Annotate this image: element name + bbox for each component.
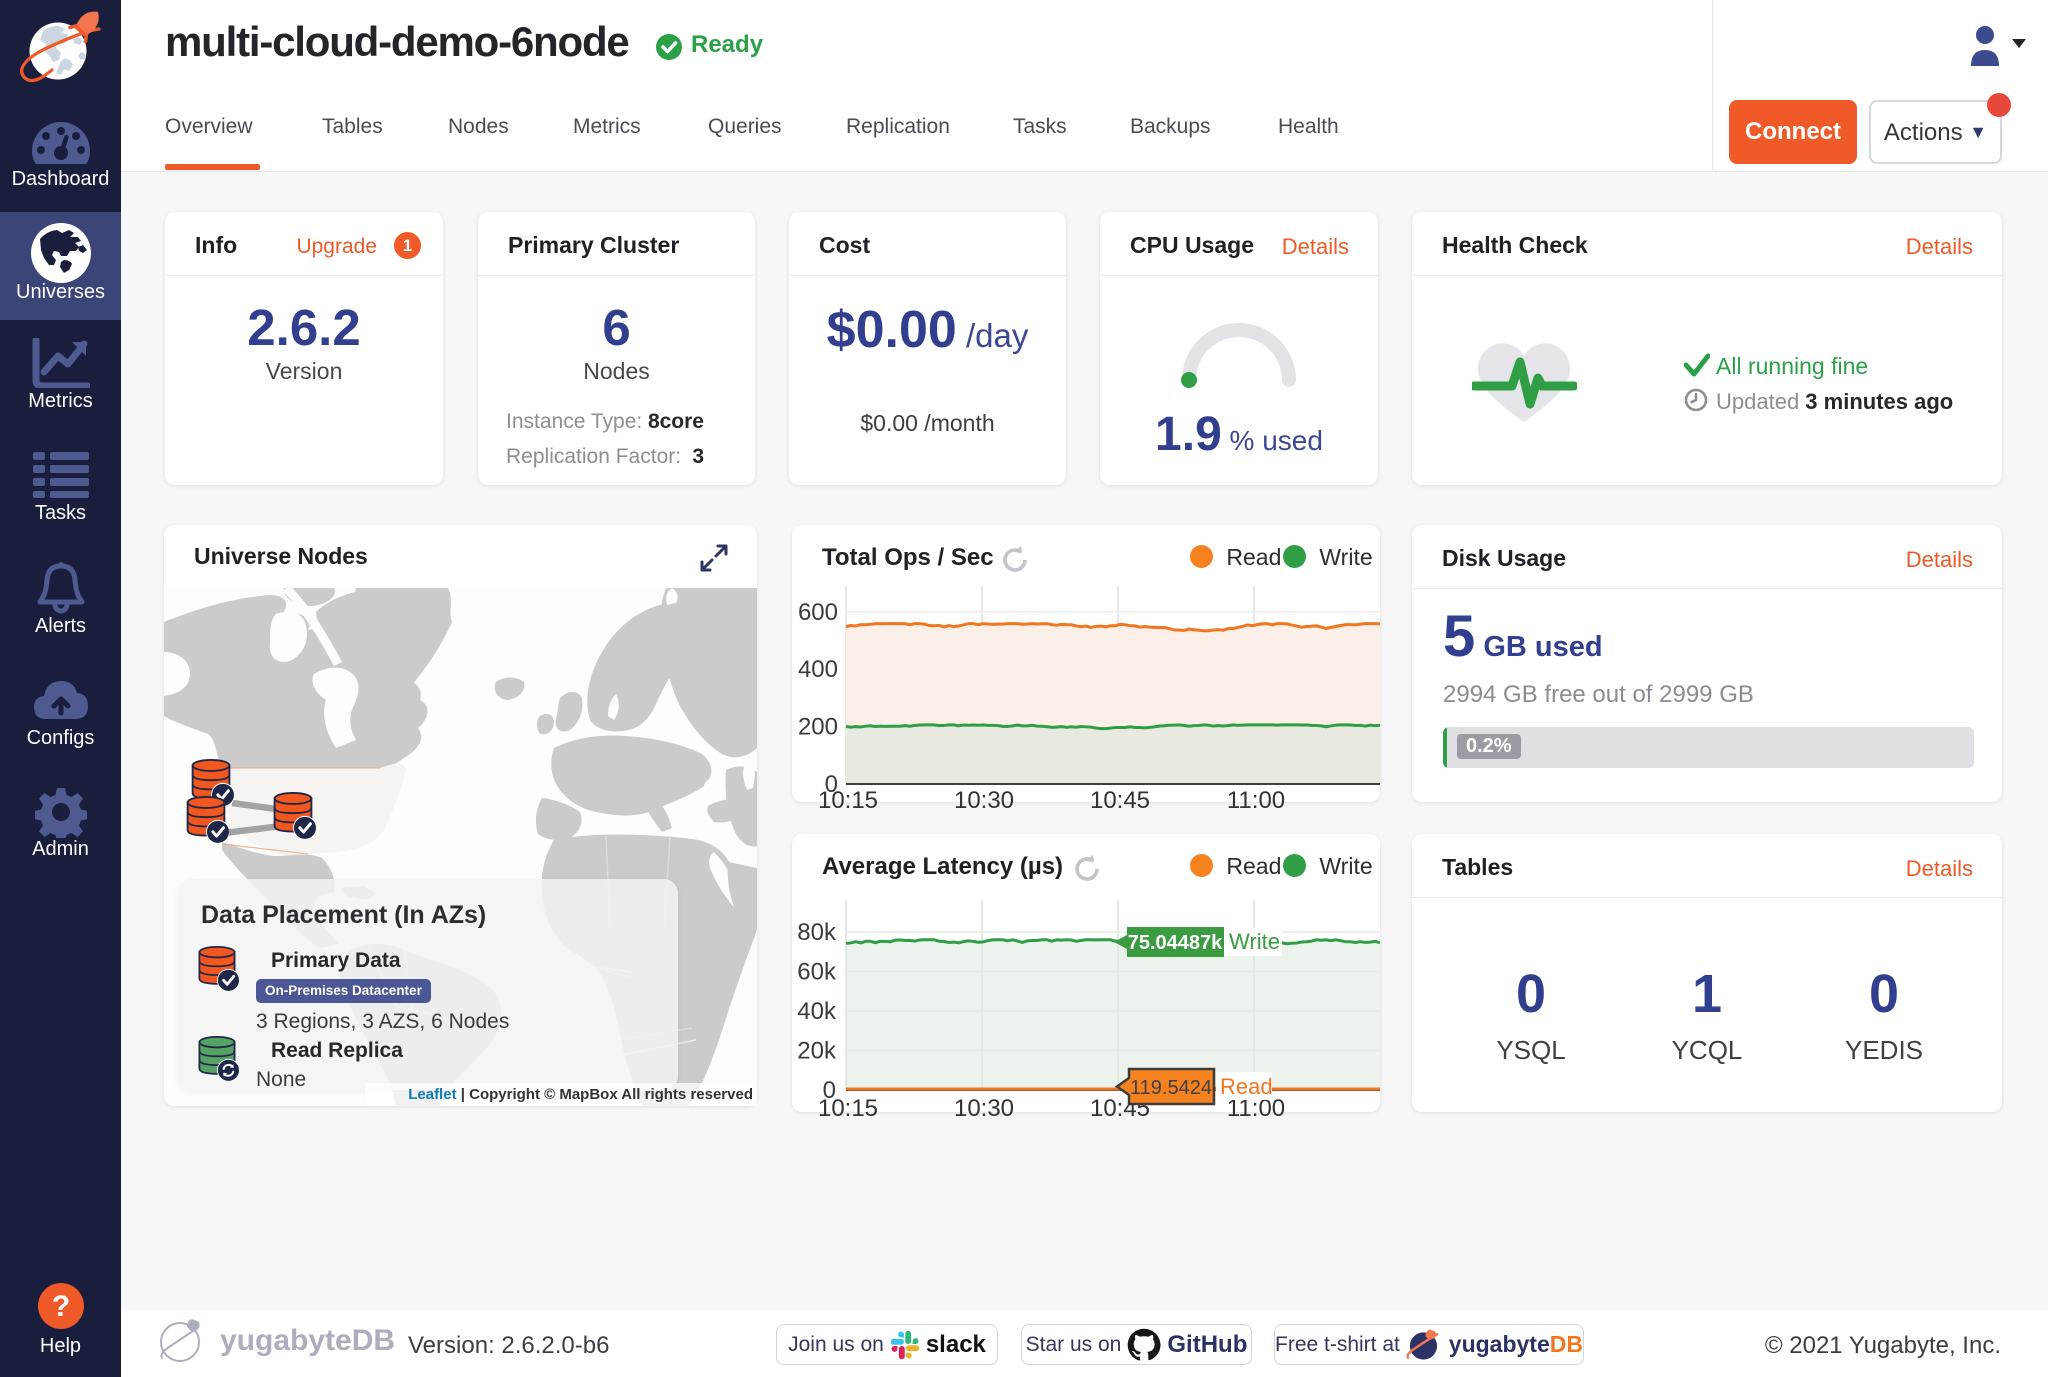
svg-text:10:15: 10:15 (818, 787, 878, 814)
svg-text:11:00: 11:00 (1227, 787, 1285, 814)
svg-text:10:30: 10:30 (954, 1095, 1014, 1122)
svg-text:400: 400 (798, 656, 838, 683)
svg-text:600: 600 (798, 599, 838, 626)
svg-text:Write: Write (1229, 929, 1280, 954)
svg-text:?: ? (51, 1290, 69, 1323)
svg-text:10:30: 10:30 (954, 787, 1014, 814)
svg-text:75.04487k: 75.04487k (1128, 932, 1223, 954)
svg-text:20k: 20k (797, 1038, 837, 1065)
svg-text:80k: 80k (797, 919, 837, 946)
svg-text:10:45: 10:45 (1090, 787, 1150, 814)
svg-text:10:15: 10:15 (818, 1095, 878, 1122)
svg-text:Read: Read (1220, 1074, 1273, 1099)
svg-text:60k: 60k (797, 959, 837, 986)
svg-text:119.5424: 119.5424 (1130, 1077, 1212, 1099)
svg-text:40k: 40k (797, 998, 837, 1025)
svg-text:200: 200 (798, 714, 838, 741)
